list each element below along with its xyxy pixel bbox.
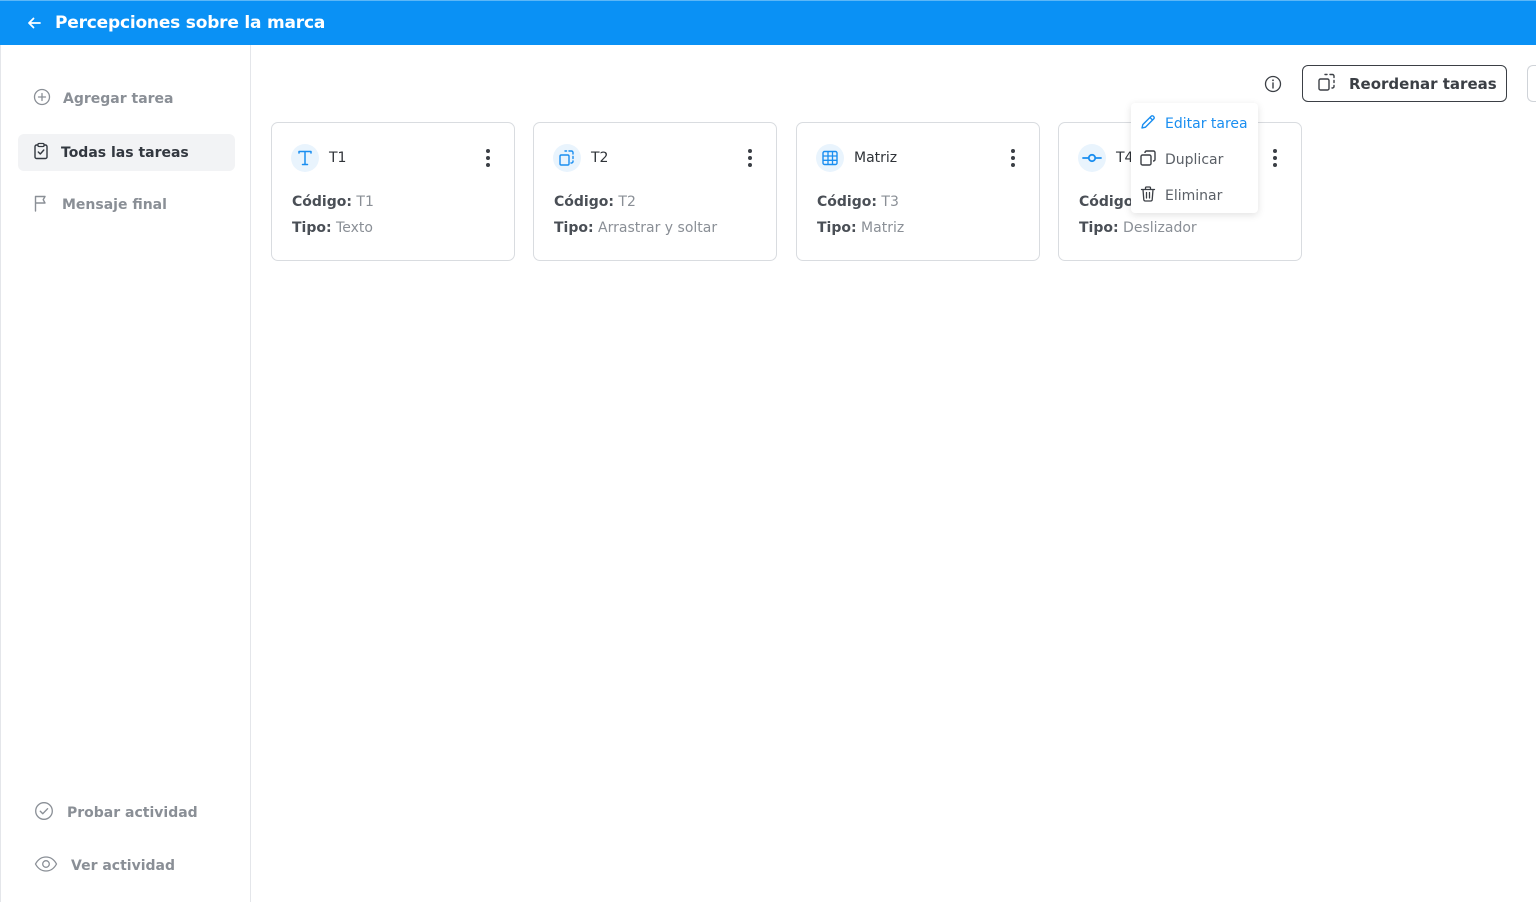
sidebar-item-label: Ver actividad: [71, 858, 175, 874]
edit-task-menu-item[interactable]: Editar tarea: [1139, 113, 1248, 135]
clipboard-check-icon: [33, 142, 49, 164]
reorder-icon: [1317, 72, 1337, 96]
more-actions-button[interactable]: [1527, 65, 1536, 102]
page-title: Percepciones sobre la marca: [55, 13, 326, 33]
sidebar-item-test-activity[interactable]: Probar actividad: [34, 801, 198, 825]
duplicate-label: Duplicar: [1165, 152, 1224, 168]
back-arrow-icon[interactable]: [24, 13, 44, 33]
task-code-row: Código: T2: [554, 194, 636, 210]
task-type-row: Tipo: Arrastrar y soltar: [554, 220, 718, 236]
task-context-menu: Editar tarea Duplicar Eliminar: [1131, 103, 1258, 213]
text-icon: [291, 144, 319, 172]
task-name: T2: [591, 150, 609, 166]
sidebar-item-label: Probar actividad: [67, 805, 198, 821]
sidebar-item-final-message[interactable]: Mensaje final: [33, 194, 167, 216]
task-type-row: Tipo: Texto: [292, 220, 373, 236]
top-bar: Percepciones sobre la marca: [0, 0, 1536, 45]
more-vertical-icon[interactable]: [1003, 149, 1023, 167]
trash-icon: [1139, 185, 1157, 207]
sidebar: Agregar tarea Todas las tareas Mensaje f…: [0, 45, 251, 902]
table-icon: [816, 144, 844, 172]
sidebar-item-label: Mensaje final: [62, 197, 167, 213]
plus-circle-icon: [33, 88, 51, 110]
delete-menu-item[interactable]: Eliminar: [1139, 185, 1222, 207]
task-type-row: Tipo: Deslizador: [1079, 220, 1197, 236]
sidebar-item-all-tasks[interactable]: Todas las tareas: [18, 134, 235, 171]
pencil-icon: [1139, 113, 1157, 135]
more-vertical-icon[interactable]: [478, 149, 498, 167]
more-vertical-icon[interactable]: [1265, 149, 1285, 167]
sidebar-item-label: Agregar tarea: [63, 91, 174, 107]
edit-task-label: Editar tarea: [1165, 116, 1248, 132]
info-icon[interactable]: [1263, 74, 1283, 94]
task-name: Matriz: [854, 150, 898, 166]
drag-drop-icon: [553, 144, 581, 172]
main-content: Reordenar tareas T1 Código: T1 Tipo: Tex…: [251, 45, 1536, 902]
more-vertical-icon[interactable]: [740, 149, 760, 167]
delete-label: Eliminar: [1165, 188, 1223, 204]
reorder-tasks-button[interactable]: Reordenar tareas: [1302, 65, 1507, 102]
sidebar-item-add-task[interactable]: Agregar tarea: [33, 88, 174, 110]
task-card[interactable]: Matriz Código: T3 Tipo: Matriz: [796, 122, 1040, 261]
task-code-row: Código: T3: [817, 194, 899, 210]
task-type-row: Tipo: Matriz: [817, 220, 905, 236]
task-card[interactable]: T1 Código: T1 Tipo: Texto: [271, 122, 515, 261]
sidebar-item-label: Todas las tareas: [61, 144, 189, 161]
check-circle-icon: [34, 801, 54, 825]
task-code-row: Código: [1079, 194, 1134, 210]
task-card[interactable]: T2 Código: T2 Tipo: Arrastrar y soltar: [533, 122, 777, 261]
eye-icon: [34, 855, 58, 877]
copy-icon: [1139, 149, 1157, 171]
duplicate-menu-item[interactable]: Duplicar: [1139, 149, 1223, 171]
task-name: T1: [329, 150, 347, 166]
slider-icon: [1078, 144, 1106, 172]
flag-icon: [33, 194, 49, 216]
reorder-tasks-label: Reordenar tareas: [1349, 74, 1497, 93]
task-code-row: Código: T1: [292, 194, 374, 210]
sidebar-item-view-activity[interactable]: Ver actividad: [34, 856, 175, 876]
